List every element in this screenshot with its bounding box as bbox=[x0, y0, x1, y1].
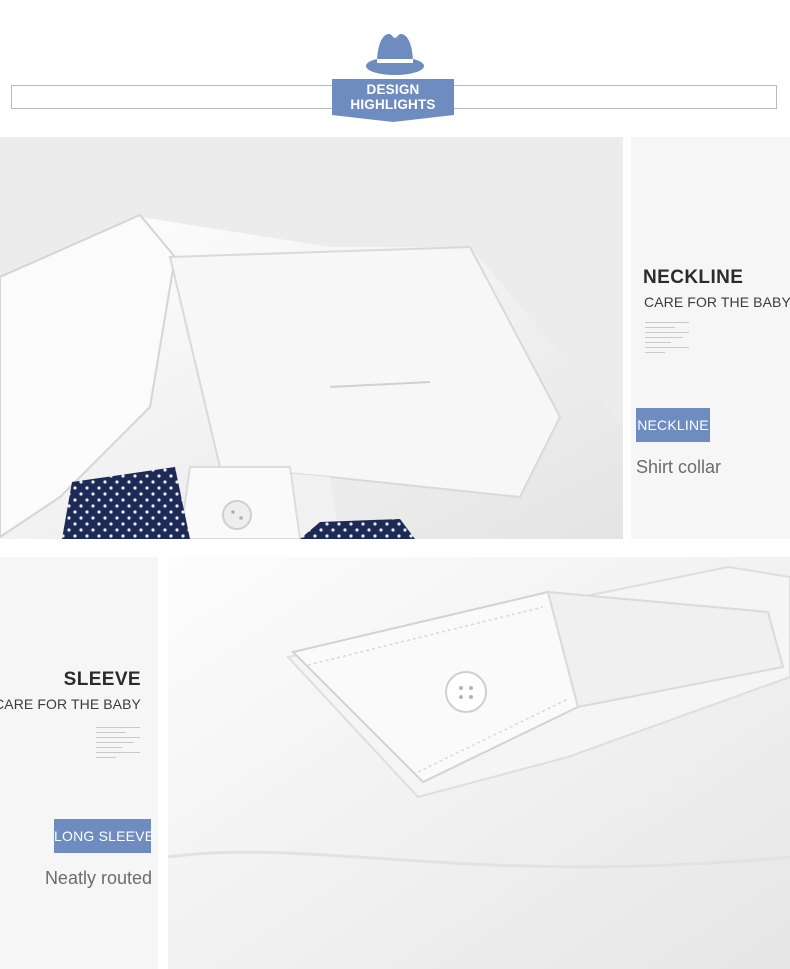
neckline-caption: Shirt collar bbox=[636, 457, 722, 477]
sleeve-subtitle: CARE FOR THE BABY bbox=[0, 696, 141, 712]
shirt-collar-photo bbox=[0, 137, 623, 539]
design-highlights-label: DESIGN HIGHLIGHTS bbox=[332, 82, 454, 112]
sleeve-cuff-photo bbox=[168, 557, 790, 969]
neckline-badge: NECKLINE bbox=[636, 408, 710, 442]
sleeve-caption: Neatly routed bbox=[44, 868, 152, 888]
ribbon-line-1: DESIGN bbox=[366, 82, 420, 97]
fedora-hat-icon bbox=[366, 34, 424, 75]
sleeve-info-panel: SLEEVE CARE FOR THE BABY LONG SLEEVE Nea… bbox=[0, 557, 158, 969]
sleeve-title: SLEEVE bbox=[63, 669, 141, 690]
neckline-fine-print bbox=[645, 322, 689, 357]
ribbon-line-2: HIGHLIGHTS bbox=[350, 97, 436, 112]
sleeve-fine-print bbox=[96, 727, 140, 762]
neckline-info-panel: NECKLINE CARE FOR THE BABY NECKLINE Shir… bbox=[631, 137, 790, 539]
neckline-title: NECKLINE bbox=[643, 267, 744, 288]
neckline-subtitle: CARE FOR THE BABY bbox=[644, 294, 790, 310]
sleeve-badge: LONG SLEEVE bbox=[54, 819, 154, 853]
